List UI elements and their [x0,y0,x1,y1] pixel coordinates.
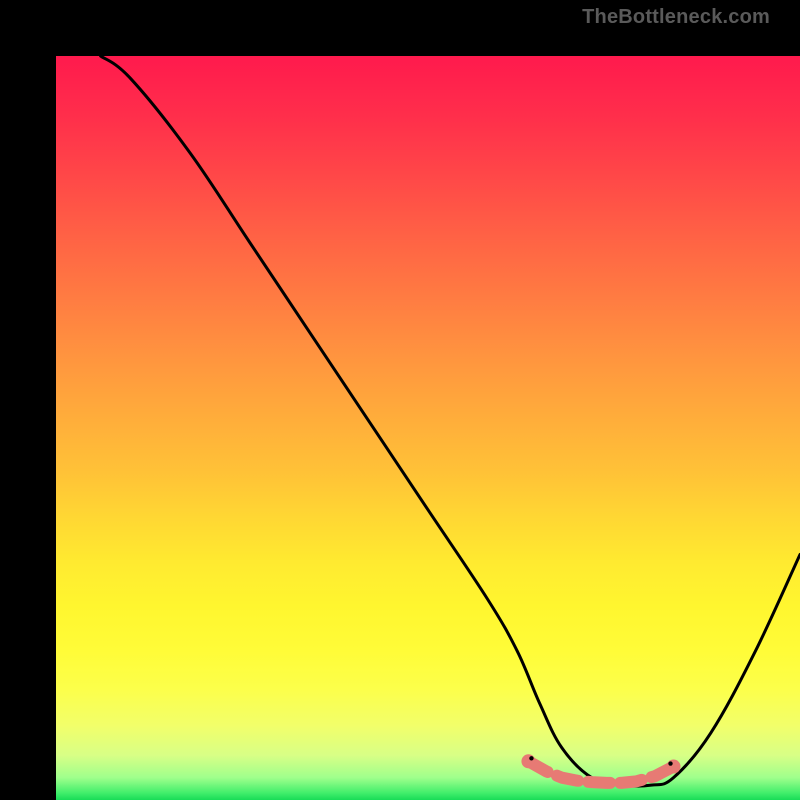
bottleneck-curve [101,56,800,786]
plot-area [56,56,800,800]
highlight-endpoint [667,760,681,774]
anchor-dot [668,761,672,765]
chart-frame [28,28,772,772]
highlight-band [528,761,673,783]
curve-overlay [56,56,800,800]
anchor-dot [529,756,533,760]
highlight-endpoint [521,754,535,768]
watermark-text: TheBottleneck.com [582,6,770,29]
